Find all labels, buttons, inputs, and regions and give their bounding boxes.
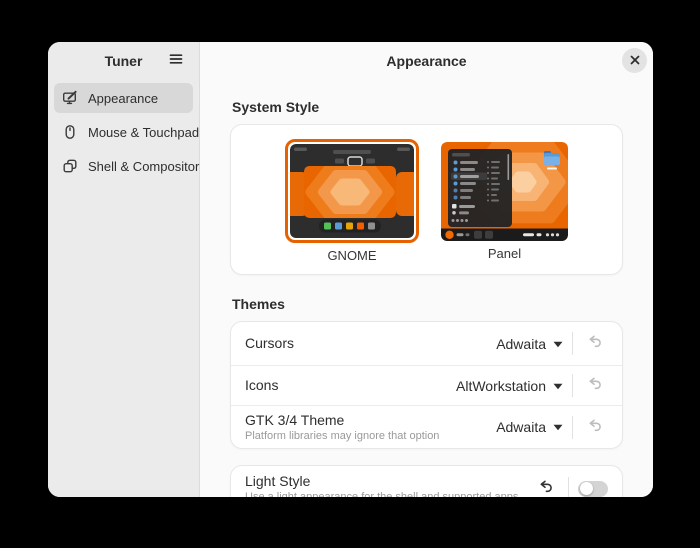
page-title: Appearance — [386, 53, 466, 69]
style-option-panel[interactable]: Panel — [441, 142, 568, 262]
appearance-icon — [62, 90, 78, 106]
chevron-down-icon — [553, 418, 563, 436]
row-title-wrap: Cursors — [245, 335, 294, 352]
divider — [572, 416, 573, 439]
chevron-down-icon — [553, 377, 563, 395]
sidebar-nav: Appearance Mouse & Touchpad — [48, 79, 199, 189]
sidebar-item-label: Mouse & Touchpad — [88, 125, 199, 140]
main-header: Appearance — [200, 42, 653, 79]
row-title-wrap: Icons — [245, 377, 278, 394]
gtk-theme-dropdown[interactable]: Adwaita — [496, 418, 563, 436]
light-style-card: Light Style Use a light appearance for t… — [230, 465, 623, 497]
row-controls: AltWorkstation — [456, 373, 608, 399]
chevron-down-icon — [553, 335, 563, 353]
mouse-icon — [62, 124, 78, 140]
sidebar-item-label: Shell & Compositor — [88, 159, 199, 174]
gtk-reset-button[interactable] — [582, 414, 608, 440]
sidebar-item-appearance[interactable]: Appearance — [54, 83, 193, 113]
section-title-system-style: System Style — [232, 99, 621, 116]
sidebar-header: Tuner — [48, 42, 199, 79]
appearance-page: System Style — [200, 79, 653, 497]
panel-style-preview — [441, 142, 568, 241]
app-title: Tuner — [105, 53, 143, 69]
gnome-style-preview — [290, 144, 414, 238]
theme-row-gtk: GTK 3/4 Theme Platform libraries may ign… — [231, 405, 622, 448]
close-icon — [630, 52, 640, 70]
sidebar-item-label: Appearance — [88, 91, 158, 106]
dropdown-value: AltWorkstation — [456, 378, 546, 394]
undo-icon — [538, 478, 554, 497]
style-option-label: Panel — [488, 245, 521, 262]
row-subtitle: Platform libraries may ignore that optio… — [245, 430, 439, 443]
row-title-wrap: GTK 3/4 Theme Platform libraries may ign… — [245, 412, 439, 443]
panel-frame — [441, 142, 568, 241]
dropdown-value: Adwaita — [496, 336, 546, 352]
shell-icon — [62, 158, 78, 174]
cursors-reset-button[interactable] — [582, 331, 608, 357]
themes-card: Cursors Adwaita — [230, 321, 623, 449]
undo-icon — [587, 417, 603, 438]
divider — [568, 477, 569, 497]
row-title: GTK 3/4 Theme — [245, 412, 439, 429]
screen-background: Tuner — [0, 0, 700, 548]
toggle-knob — [580, 482, 593, 495]
row-title: Icons — [245, 377, 278, 394]
dropdown-value: Adwaita — [496, 419, 546, 435]
sidebar-item-mouse-touchpad[interactable]: Mouse & Touchpad — [54, 117, 193, 147]
tuner-window: Tuner — [48, 42, 653, 497]
cursors-theme-dropdown[interactable]: Adwaita — [496, 335, 563, 353]
system-style-card: GNOME — [230, 124, 623, 275]
divider — [572, 374, 573, 397]
light-style-reset-button[interactable] — [533, 476, 559, 498]
undo-icon — [587, 375, 603, 396]
theme-row-icons: Icons AltWorkstation — [231, 365, 622, 405]
gnome-selected-frame — [285, 139, 419, 243]
style-option-label: GNOME — [327, 247, 376, 264]
row-title: Cursors — [245, 335, 294, 352]
row-controls: Adwaita — [496, 414, 608, 440]
row-subtitle: Use a light appearance for the shell and… — [245, 491, 518, 497]
close-window-button[interactable] — [622, 48, 647, 73]
light-style-toggle[interactable] — [578, 481, 608, 497]
sidebar-item-shell-compositor[interactable]: Shell & Compositor — [54, 151, 193, 181]
main-menu-button[interactable] — [163, 48, 189, 74]
sidebar: Tuner — [48, 42, 200, 497]
style-option-gnome[interactable]: GNOME — [285, 139, 419, 264]
theme-row-cursors: Cursors Adwaita — [231, 322, 622, 365]
row-title: Light Style — [245, 473, 518, 490]
section-title-themes: Themes — [232, 296, 621, 313]
row-controls — [533, 476, 608, 498]
undo-icon — [587, 333, 603, 354]
main-pane: Appearance System Style — [200, 42, 653, 497]
icons-theme-dropdown[interactable]: AltWorkstation — [456, 377, 563, 395]
row-controls: Adwaita — [496, 331, 608, 357]
row-title-wrap: Light Style Use a light appearance for t… — [245, 473, 518, 497]
hamburger-icon — [168, 51, 184, 72]
light-style-row: Light Style Use a light appearance for t… — [231, 466, 622, 497]
divider — [572, 332, 573, 355]
icons-reset-button[interactable] — [582, 373, 608, 399]
